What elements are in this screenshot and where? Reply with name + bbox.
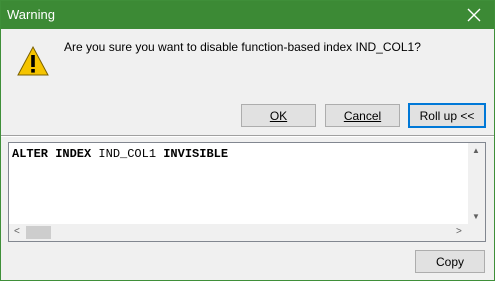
warning-dialog: Warning Are you sure you want to disable…: [0, 0, 495, 281]
separator-highlight: [1, 136, 494, 137]
horizontal-scroll-thumb[interactable]: [26, 226, 51, 239]
horizontal-scrollbar[interactable]: < >: [9, 224, 468, 241]
copy-button[interactable]: Copy: [415, 250, 485, 273]
close-button[interactable]: [454, 1, 494, 29]
scrollbar-corner: [468, 224, 485, 241]
vertical-scrollbar[interactable]: ▲ ▼: [468, 143, 485, 224]
warning-message: Are you sure you want to disable functio…: [64, 40, 421, 54]
roll-up-button[interactable]: Roll up <<: [408, 103, 486, 128]
warning-icon: [17, 45, 49, 76]
window-title: Warning: [7, 7, 55, 22]
scroll-right-icon[interactable]: >: [456, 226, 462, 237]
sql-keyword: INVISIBLE: [163, 147, 229, 161]
copy-button-label: Copy: [435, 254, 464, 269]
ok-button[interactable]: OK: [241, 104, 316, 127]
cancel-button-label: Cancel: [343, 108, 382, 123]
title-bar[interactable]: Warning: [1, 1, 494, 29]
ok-button-label: OK: [269, 108, 288, 123]
scroll-left-icon[interactable]: <: [14, 226, 20, 237]
scroll-up-icon[interactable]: ▲: [472, 146, 480, 155]
sql-statement: ALTER INDEX IND_COL1 INVISIBLE: [12, 147, 228, 161]
roll-up-button-label: Roll up <<: [419, 108, 475, 123]
close-icon: [467, 8, 481, 22]
sql-index-name: IND_COL1: [98, 147, 157, 161]
scroll-down-icon[interactable]: ▼: [472, 212, 480, 221]
sql-keyword: ALTER INDEX: [12, 147, 92, 161]
sql-text-area[interactable]: ALTER INDEX IND_COL1 INVISIBLE ▲ ▼ < >: [8, 142, 486, 242]
cancel-button[interactable]: Cancel: [325, 104, 400, 127]
